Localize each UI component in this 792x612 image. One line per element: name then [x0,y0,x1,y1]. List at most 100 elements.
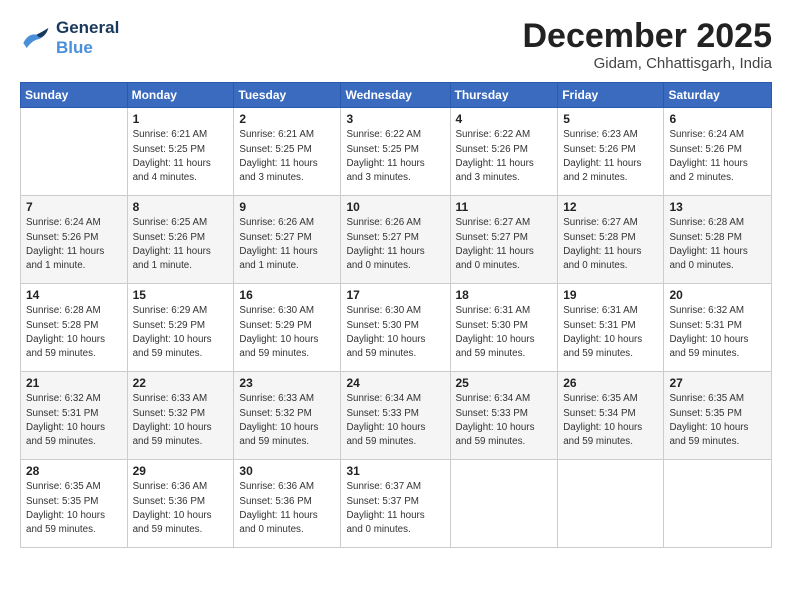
weekday-header: Friday [558,83,664,108]
calendar-cell: 16Sunrise: 6:30 AM Sunset: 5:29 PM Dayli… [234,284,341,372]
calendar-cell: 29 Sunrise: 6:36 AM Sunset: 5:36 PM Dayli… [127,460,234,548]
calendar-cell: 9 Sunrise: 6:26 AM Sunset: 5:27 PM Daylig… [234,196,341,284]
calendar-cell: 27 Sunrise: 6:35 AM Sunset: 5:35 PM Dayli… [664,372,772,460]
day-number: 30 [239,464,335,478]
calendar-cell [664,460,772,548]
calendar-cell [450,460,558,548]
day-info: Sunrise: 6:37 AM Sunset: 5:37 PM Dayligh… [346,480,444,537]
calendar-week-row: 28Sunrise: 6:35 AM Sunset: 5:35 PM Dayli… [21,460,772,548]
day-info: Sunrise: 6:26 AM Sunset: 5:27 PM Dayligh… [239,216,335,273]
calendar-cell: 10Sunrise: 6:26 AM Sunset: 5:27 PM Dayli… [341,196,450,284]
calendar-cell: 3 Sunrise: 6:22 AM Sunset: 5:25 PM Daylig… [341,108,450,196]
calendar-cell: 28Sunrise: 6:35 AM Sunset: 5:35 PM Dayli… [21,460,128,548]
month-title: December 2025 [522,18,772,55]
day-info: Sunrise: 6:31 AM Sunset: 5:31 PM Dayligh… [563,304,658,361]
day-number: 20 [669,288,766,302]
day-number: 17 [346,288,444,302]
day-info: Sunrise: 6:24 AM Sunset: 5:26 PM Dayligh… [26,216,122,273]
calendar-cell: 5Sunrise: 6:23 AM Sunset: 5:26 PM Daylig… [558,108,664,196]
calendar-cell: 23Sunrise: 6:33 AM Sunset: 5:32 PM Dayli… [234,372,341,460]
weekday-header: Thursday [450,83,558,108]
page: General Blue December 2025 Gidam, Chhatt… [0,0,792,612]
day-number: 4 [456,112,553,126]
calendar-cell: 30 Sunrise: 6:36 AM Sunset: 5:36 PM Dayli… [234,460,341,548]
calendar-cell: 15 Sunrise: 6:29 AM Sunset: 5:29 PM Dayli… [127,284,234,372]
calendar-cell: 24Sunrise: 6:34 AM Sunset: 5:33 PM Dayli… [341,372,450,460]
calendar-cell: 22 Sunrise: 6:33 AM Sunset: 5:32 PM Dayli… [127,372,234,460]
day-info: Sunrise: 6:29 AM Sunset: 5:29 PM Dayligh… [133,304,229,361]
day-info: Sunrise: 6:22 AM Sunset: 5:26 PM Dayligh… [456,128,553,185]
day-info: Sunrise: 6:24 AM Sunset: 5:26 PM Dayligh… [669,128,766,185]
day-number: 19 [563,288,658,302]
logo: General Blue [20,18,119,57]
calendar-cell: 13 Sunrise: 6:28 AM Sunset: 5:28 PM Dayli… [664,196,772,284]
calendar-cell: 7Sunrise: 6:24 AM Sunset: 5:26 PM Daylig… [21,196,128,284]
day-number: 1 [133,112,229,126]
calendar-cell: 21Sunrise: 6:32 AM Sunset: 5:31 PM Dayli… [21,372,128,460]
day-info: Sunrise: 6:27 AM Sunset: 5:28 PM Dayligh… [563,216,658,273]
day-number: 15 [133,288,229,302]
day-info: Sunrise: 6:31 AM Sunset: 5:30 PM Dayligh… [456,304,553,361]
calendar-week-row: 14 Sunrise: 6:28 AM Sunset: 5:28 PM Dayli… [21,284,772,372]
logo-icon [20,26,50,50]
calendar-cell [21,108,128,196]
day-number: 29 [133,464,229,478]
day-info: Sunrise: 6:32 AM Sunset: 5:31 PM Dayligh… [669,304,766,361]
calendar-cell: 2 Sunrise: 6:21 AM Sunset: 5:25 PM Daylig… [234,108,341,196]
day-number: 31 [346,464,444,478]
header: General Blue December 2025 Gidam, Chhatt… [20,18,772,72]
day-number: 25 [456,376,553,390]
day-info: Sunrise: 6:36 AM Sunset: 5:36 PM Dayligh… [239,480,335,537]
calendar-cell: 1 Sunrise: 6:21 AM Sunset: 5:25 PM Daylig… [127,108,234,196]
day-info: Sunrise: 6:32 AM Sunset: 5:31 PM Dayligh… [26,392,122,449]
calendar-cell: 31 Sunrise: 6:37 AM Sunset: 5:37 PM Dayli… [341,460,450,548]
weekday-header: Sunday [21,83,128,108]
day-info: Sunrise: 6:36 AM Sunset: 5:36 PM Dayligh… [133,480,229,537]
title-area: December 2025 Gidam, Chhattisgarh, India [522,18,772,72]
day-number: 22 [133,376,229,390]
calendar-cell [558,460,664,548]
day-number: 6 [669,112,766,126]
day-number: 12 [563,200,658,214]
day-info: Sunrise: 6:33 AM Sunset: 5:32 PM Dayligh… [133,392,229,449]
day-info: Sunrise: 6:30 AM Sunset: 5:30 PM Dayligh… [346,304,444,361]
day-number: 14 [26,288,122,302]
day-info: Sunrise: 6:27 AM Sunset: 5:27 PM Dayligh… [456,216,553,273]
weekday-header: Tuesday [234,83,341,108]
calendar-cell: 26Sunrise: 6:35 AM Sunset: 5:34 PM Dayli… [558,372,664,460]
calendar-week-row: 21Sunrise: 6:32 AM Sunset: 5:31 PM Dayli… [21,372,772,460]
day-info: Sunrise: 6:21 AM Sunset: 5:25 PM Dayligh… [239,128,335,185]
calendar-cell: 4 Sunrise: 6:22 AM Sunset: 5:26 PM Daylig… [450,108,558,196]
day-info: Sunrise: 6:35 AM Sunset: 5:34 PM Dayligh… [563,392,658,449]
day-number: 27 [669,376,766,390]
calendar-week-row: 7Sunrise: 6:24 AM Sunset: 5:26 PM Daylig… [21,196,772,284]
day-info: Sunrise: 6:30 AM Sunset: 5:29 PM Dayligh… [239,304,335,361]
day-number: 11 [456,200,553,214]
day-info: Sunrise: 6:28 AM Sunset: 5:28 PM Dayligh… [26,304,122,361]
calendar-cell: 17 Sunrise: 6:30 AM Sunset: 5:30 PM Dayli… [341,284,450,372]
day-number: 18 [456,288,553,302]
day-info: Sunrise: 6:33 AM Sunset: 5:32 PM Dayligh… [239,392,335,449]
day-number: 3 [346,112,444,126]
day-info: Sunrise: 6:21 AM Sunset: 5:25 PM Dayligh… [133,128,229,185]
calendar-cell: 11 Sunrise: 6:27 AM Sunset: 5:27 PM Dayli… [450,196,558,284]
day-number: 28 [26,464,122,478]
day-info: Sunrise: 6:26 AM Sunset: 5:27 PM Dayligh… [346,216,444,273]
day-number: 24 [346,376,444,390]
location: Gidam, Chhattisgarh, India [522,55,772,72]
day-number: 9 [239,200,335,214]
day-info: Sunrise: 6:28 AM Sunset: 5:28 PM Dayligh… [669,216,766,273]
weekday-header: Monday [127,83,234,108]
calendar-cell: 18 Sunrise: 6:31 AM Sunset: 5:30 PM Dayli… [450,284,558,372]
day-info: Sunrise: 6:35 AM Sunset: 5:35 PM Dayligh… [669,392,766,449]
logo-text: General Blue [56,18,119,57]
calendar-cell: 6 Sunrise: 6:24 AM Sunset: 5:26 PM Daylig… [664,108,772,196]
day-info: Sunrise: 6:22 AM Sunset: 5:25 PM Dayligh… [346,128,444,185]
weekday-header: Saturday [664,83,772,108]
calendar: SundayMondayTuesdayWednesdayThursdayFrid… [20,82,772,548]
calendar-cell: 19 Sunrise: 6:31 AM Sunset: 5:31 PM Dayli… [558,284,664,372]
day-number: 13 [669,200,766,214]
calendar-week-row: 1 Sunrise: 6:21 AM Sunset: 5:25 PM Daylig… [21,108,772,196]
day-number: 2 [239,112,335,126]
day-number: 5 [563,112,658,126]
